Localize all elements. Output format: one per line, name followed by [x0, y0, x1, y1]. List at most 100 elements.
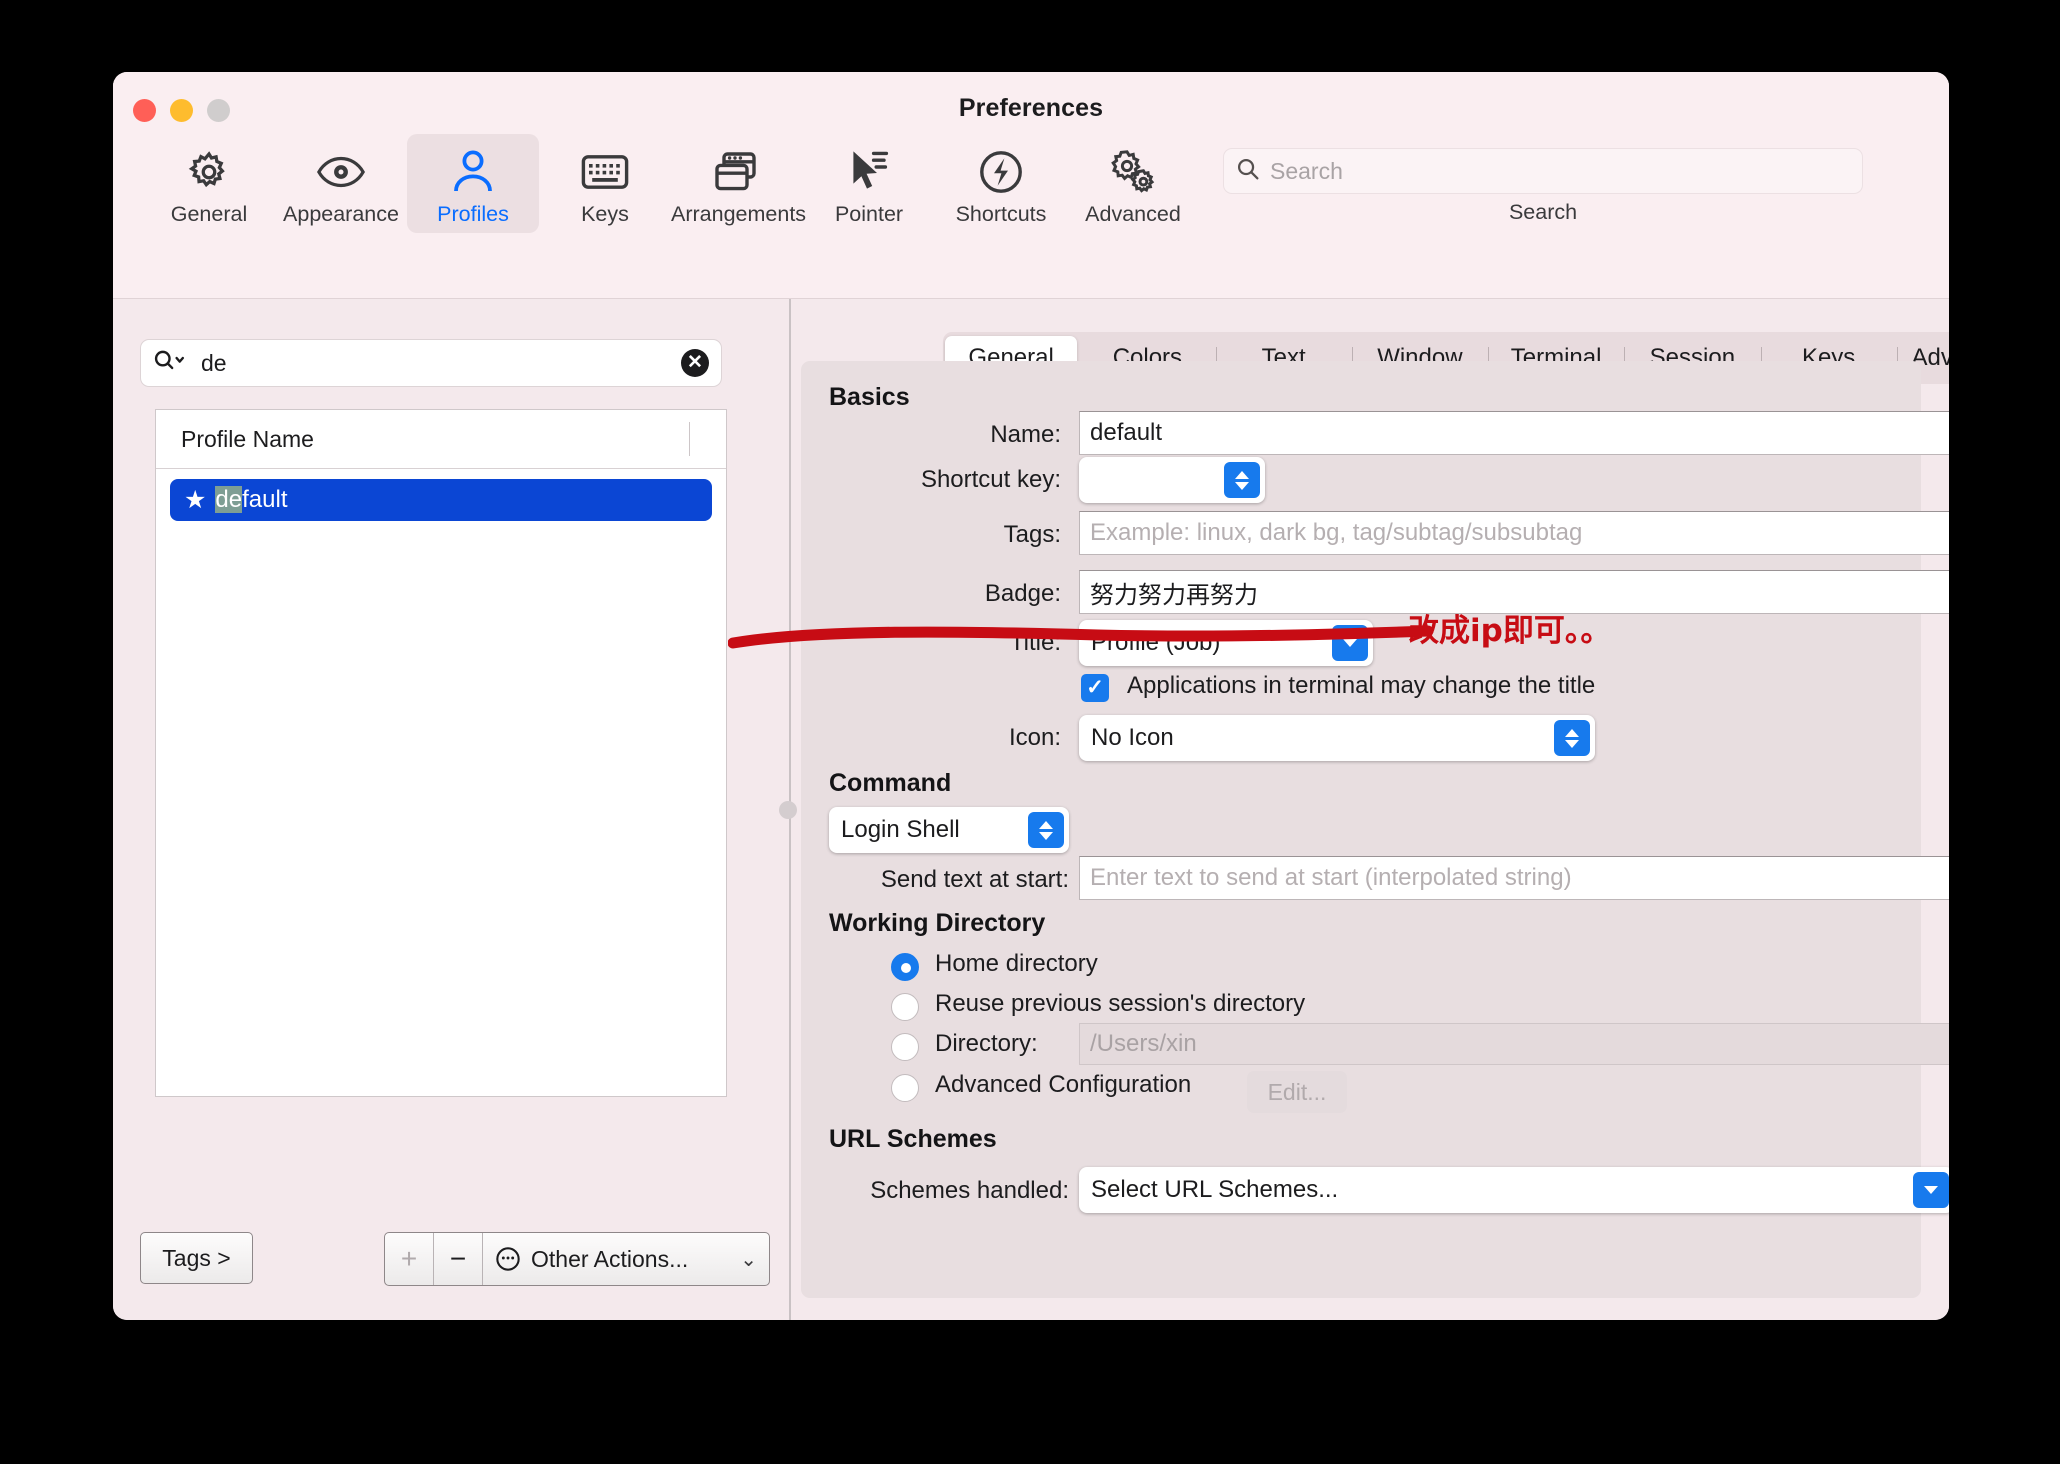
- radio-home-directory-label: Home directory: [935, 950, 1098, 977]
- add-profile-button[interactable]: +: [385, 1233, 434, 1285]
- radio-advanced-configuration-label: Advanced Configuration: [935, 1071, 1192, 1098]
- icon-label: Icon:: [1008, 724, 1061, 751]
- toolbar-search-group: Search Search: [1223, 148, 1863, 225]
- profiles-list: Profile Name ★ default: [155, 409, 727, 1097]
- radio-directory[interactable]: [891, 1033, 919, 1061]
- shortcut-key-label: Shortcut key:: [920, 466, 1061, 493]
- schemes-handled-popup[interactable]: Select URL Schemes...: [1079, 1167, 1949, 1213]
- icon-value: No Icon: [1091, 724, 1174, 751]
- toolbar-item-label: General: [170, 202, 248, 226]
- toolbar-item-label: Arrangements: [671, 202, 807, 226]
- name-field[interactable]: default: [1079, 411, 1949, 455]
- stepper-arrows-icon[interactable]: [1554, 720, 1590, 756]
- radio-reuse-previous[interactable]: [891, 993, 919, 1021]
- profiles-list-body: ★ default: [156, 479, 726, 521]
- profiles-sidebar: de ✕ Profile Name ★ default Tags > + − O…: [113, 299, 789, 1320]
- chevron-down-icon[interactable]: [1332, 625, 1368, 661]
- profile-search-value: de: [201, 349, 227, 376]
- toolbar-item-label: Profiles: [437, 202, 509, 226]
- column-header-profile-name[interactable]: Profile Name: [156, 426, 314, 453]
- preferences-content: de ✕ Profile Name ★ default Tags > + − O…: [113, 299, 1949, 1320]
- search-icon: [1236, 157, 1260, 186]
- tags-button[interactable]: Tags >: [140, 1232, 253, 1284]
- chevron-down-icon[interactable]: [1913, 1172, 1949, 1208]
- command-popup[interactable]: Login Shell: [829, 807, 1069, 853]
- remove-profile-button[interactable]: −: [434, 1233, 483, 1285]
- radio-directory-label: Directory:: [935, 1030, 1038, 1057]
- toolbar-item-label: Advanced: [1085, 202, 1181, 226]
- search-chevron-icon[interactable]: [153, 349, 187, 378]
- stepper-arrows-icon[interactable]: [1028, 812, 1064, 848]
- toolbar-item-advanced[interactable]: Advanced: [1067, 134, 1199, 233]
- profile-search-input[interactable]: de ✕: [140, 339, 722, 387]
- title-label: Title:: [1009, 629, 1061, 656]
- section-title-working-directory: Working Directory: [829, 909, 1046, 937]
- radio-advanced-configuration[interactable]: [891, 1074, 919, 1102]
- list-item[interactable]: ★ default: [170, 479, 712, 521]
- column-resize-handle[interactable]: [689, 422, 690, 456]
- toolbar-item-pointer[interactable]: Pointer: [803, 134, 935, 233]
- eye-icon: [275, 146, 407, 198]
- toolbar-item-label: Pointer: [834, 202, 904, 226]
- radio-reuse-previous-label: Reuse previous session's directory: [935, 990, 1306, 1017]
- profiles-toolbar: Tags > + − Other Actions... ⌄: [140, 1232, 770, 1286]
- person-icon: [407, 146, 539, 198]
- ellipsis-circle-icon: [495, 1246, 521, 1272]
- name-label: Name:: [990, 421, 1061, 448]
- toolbar-search-placeholder: Search: [1270, 157, 1343, 184]
- profiles-actions-group: + − Other Actions... ⌄: [384, 1232, 770, 1286]
- stepper-arrows-icon[interactable]: [1224, 462, 1260, 498]
- window-titlebar: Preferences General Appearance Profiles …: [113, 72, 1949, 299]
- list-item-match: de: [215, 486, 243, 513]
- general-settings-panel: Basics Name: default Shortcut key: Tags:…: [801, 361, 1949, 1298]
- apps-change-title-label: Applications in terminal may change the …: [1127, 672, 1596, 699]
- chevron-down-icon: ⌄: [740, 1248, 757, 1271]
- window-title: Preferences: [958, 94, 1104, 122]
- radio-home-directory[interactable]: [891, 953, 919, 981]
- send-text-field[interactable]: Enter text to send at start (interpolate…: [1079, 856, 1949, 900]
- gear-icon: [143, 146, 275, 198]
- gears-icon: [1067, 146, 1199, 198]
- keyboard-icon: [539, 146, 671, 198]
- icon-popup[interactable]: No Icon: [1079, 715, 1595, 761]
- list-item-label: default: [215, 486, 288, 514]
- other-actions-menu[interactable]: Other Actions... ⌄: [483, 1233, 769, 1285]
- clear-search-icon[interactable]: ✕: [681, 349, 709, 377]
- section-title-basics: Basics: [829, 383, 910, 411]
- send-text-label: Send text at start:: [880, 866, 1069, 893]
- toolbar-item-general[interactable]: General: [143, 134, 275, 233]
- star-icon: ★: [184, 486, 207, 514]
- toolbar-search-caption: Search: [1508, 200, 1578, 224]
- toolbar-item-profiles[interactable]: Profiles: [407, 134, 539, 233]
- profile-detail-panel: General Colors Text Window Terminal Sess…: [791, 299, 1949, 1320]
- annotation-text: 改成ip即可。。: [1408, 613, 1612, 649]
- list-item-rest: fault: [242, 486, 288, 513]
- profiles-list-header: Profile Name: [156, 410, 726, 469]
- directory-field[interactable]: /Users/xin: [1079, 1023, 1949, 1065]
- title-popup[interactable]: Profile (Job): [1079, 620, 1373, 666]
- other-actions-label: Other Actions...: [531, 1245, 689, 1272]
- windows-icon: [671, 146, 803, 198]
- toolbar-item-arrangements[interactable]: Arrangements: [671, 134, 807, 233]
- apps-change-title-checkbox[interactable]: ✓: [1081, 674, 1109, 702]
- toolbar-item-shortcuts[interactable]: Shortcuts: [935, 134, 1067, 233]
- bolt-circle-icon: [935, 146, 1067, 198]
- toolbar-search-input[interactable]: Search: [1223, 148, 1863, 194]
- schemes-handled-label: Schemes handled:: [870, 1177, 1069, 1204]
- toolbar-item-keys[interactable]: Keys: [539, 134, 671, 233]
- toolbar-item-appearance[interactable]: Appearance: [275, 134, 407, 233]
- cursor-icon: [803, 146, 935, 198]
- shortcut-key-popup[interactable]: [1079, 457, 1265, 503]
- section-title-url-schemes: URL Schemes: [829, 1125, 997, 1153]
- toolbar-item-label: Appearance: [283, 202, 399, 226]
- badge-label: Badge:: [984, 580, 1061, 607]
- schemes-handled-value: Select URL Schemes...: [1091, 1176, 1339, 1203]
- title-value: Profile (Job): [1091, 629, 1221, 656]
- advanced-configuration-edit-button[interactable]: Edit...: [1247, 1071, 1347, 1113]
- preferences-toolbar: General Appearance Profiles Keys Arrange…: [143, 134, 1929, 264]
- command-value: Login Shell: [841, 816, 960, 843]
- tags-field[interactable]: Example: linux, dark bg, tag/subtag/subs…: [1079, 511, 1949, 555]
- tags-label: Tags:: [1003, 521, 1061, 548]
- section-title-command: Command: [829, 769, 952, 797]
- toolbar-item-label: Keys: [581, 202, 629, 226]
